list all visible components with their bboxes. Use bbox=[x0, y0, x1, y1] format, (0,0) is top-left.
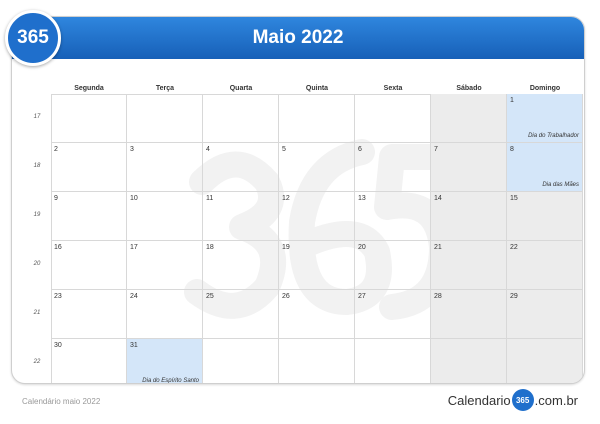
day-number: 23 bbox=[54, 293, 62, 300]
day-number: 14 bbox=[434, 195, 442, 202]
day-cell[interactable]: 6 bbox=[355, 143, 431, 192]
day-number: 22 bbox=[510, 244, 518, 251]
day-cell[interactable]: 26 bbox=[279, 290, 355, 339]
calendar-grid: Segunda Terça Quarta Quinta Sexta Sábado Domin… bbox=[51, 83, 583, 384]
holiday-label: Dia das Mães bbox=[542, 182, 579, 188]
week-number: 22 bbox=[33, 359, 41, 365]
day-cell[interactable]: 18 bbox=[203, 241, 279, 290]
day-number: 29 bbox=[510, 293, 518, 300]
empty-day-cell bbox=[431, 94, 507, 143]
holiday-label: Dia do Trabalhador bbox=[528, 133, 579, 139]
week-number: 18 bbox=[33, 163, 41, 169]
day-number: 2 bbox=[54, 146, 58, 153]
empty-day-cell bbox=[279, 339, 355, 383]
weekday-header: Segunda bbox=[74, 85, 104, 92]
brand-suffix: .com.br bbox=[534, 392, 578, 408]
calendar-frame: Maio 2022 Segunda Terça Quarta Quinta Sexta S… bbox=[11, 16, 585, 384]
weekday-header: Sexta bbox=[383, 85, 403, 92]
weekday-header: Quarta bbox=[229, 85, 253, 92]
day-number: 27 bbox=[358, 293, 366, 300]
empty-day-cell bbox=[127, 94, 203, 143]
day-number: 1 bbox=[510, 97, 514, 104]
day-number: 9 bbox=[54, 195, 58, 202]
weekday-header: Domingo bbox=[529, 85, 561, 92]
day-cell[interactable]: 30 bbox=[51, 339, 127, 383]
day-number: 13 bbox=[358, 195, 366, 202]
day-cell[interactable]: 13 bbox=[355, 192, 431, 241]
day-number: 8 bbox=[510, 146, 514, 153]
day-number: 6 bbox=[358, 146, 362, 153]
day-number: 21 bbox=[434, 244, 442, 251]
empty-day-cell bbox=[355, 94, 431, 143]
day-cell[interactable]: 25 bbox=[203, 290, 279, 339]
day-cell[interactable]: 27 bbox=[355, 290, 431, 339]
day-cell[interactable]: 20 bbox=[355, 241, 431, 290]
day-cell[interactable]: 10 bbox=[127, 192, 203, 241]
day-number: 25 bbox=[206, 293, 214, 300]
day-number: 15 bbox=[510, 195, 518, 202]
day-number: 3 bbox=[130, 146, 134, 153]
day-cell[interactable]: 28 bbox=[431, 290, 507, 339]
day-cell[interactable]: 12 bbox=[279, 192, 355, 241]
week-number: 20 bbox=[33, 261, 41, 267]
day-number: 28 bbox=[434, 293, 442, 300]
week-number: 17 bbox=[33, 114, 41, 120]
empty-day-cell bbox=[431, 339, 507, 383]
day-cell[interactable]: 29 bbox=[507, 290, 583, 339]
day-cell[interactable]: 4 bbox=[203, 143, 279, 192]
empty-day-cell bbox=[203, 94, 279, 143]
day-cell[interactable]: 14 bbox=[431, 192, 507, 241]
brand-prefix: Calendario bbox=[447, 392, 511, 408]
day-cell[interactable]: 9 bbox=[51, 192, 127, 241]
weekday-header: Quinta bbox=[305, 85, 329, 92]
day-cell[interactable]: 19 bbox=[279, 241, 355, 290]
day-number: 30 bbox=[54, 342, 62, 349]
empty-day-cell bbox=[507, 339, 583, 383]
day-cell[interactable]: 2 bbox=[51, 143, 127, 192]
day-cell[interactable]: 23 bbox=[51, 290, 127, 339]
day-number: 31 bbox=[130, 342, 138, 349]
day-number: 19 bbox=[282, 244, 290, 251]
brand-365-icon: 365 bbox=[511, 389, 534, 411]
weekday-header: Sábado bbox=[456, 85, 482, 92]
day-cell[interactable]: 11 bbox=[203, 192, 279, 241]
day-number: 7 bbox=[434, 146, 438, 153]
empty-day-cell bbox=[203, 339, 279, 383]
day-cell[interactable]: 7 bbox=[431, 143, 507, 192]
day-number: 10 bbox=[130, 195, 138, 202]
week-number: 19 bbox=[33, 212, 41, 218]
day-number: 11 bbox=[206, 195, 214, 202]
day-number: 18 bbox=[206, 244, 214, 251]
empty-day-cell bbox=[51, 94, 127, 143]
month-title: Maio 2022 bbox=[252, 27, 344, 48]
day-cell[interactable]: 16 bbox=[51, 241, 127, 290]
day-cell[interactable]: 31 Dia do Espírito Santo bbox=[127, 339, 203, 384]
day-number: 24 bbox=[130, 293, 138, 300]
day-cell[interactable]: 3 bbox=[127, 143, 203, 192]
empty-day-cell bbox=[355, 339, 431, 383]
day-cell[interactable]: 24 bbox=[127, 290, 203, 339]
day-number: 20 bbox=[358, 244, 366, 251]
footer-caption: Calendário maio 2022 bbox=[22, 397, 101, 406]
day-cell[interactable]: 1 Dia do Trabalhador bbox=[507, 94, 583, 143]
logo-365-badge[interactable]: 365 bbox=[5, 10, 61, 66]
day-cell[interactable]: 5 bbox=[279, 143, 355, 192]
day-cell[interactable]: 21 bbox=[431, 241, 507, 290]
weekday-header: Terça bbox=[155, 85, 175, 92]
day-cell[interactable]: 15 bbox=[507, 192, 583, 241]
day-cell[interactable]: 22 bbox=[507, 241, 583, 290]
day-number: 26 bbox=[282, 293, 290, 300]
day-number: 16 bbox=[54, 244, 62, 251]
day-number: 5 bbox=[282, 146, 286, 153]
day-number: 12 bbox=[282, 195, 290, 202]
day-cell[interactable]: 17 bbox=[127, 241, 203, 290]
holiday-label: Dia do Espírito Santo bbox=[142, 378, 199, 384]
empty-day-cell bbox=[279, 94, 355, 143]
week-number: 21 bbox=[33, 310, 41, 316]
brand-logo[interactable]: Calendario 365 .com.br bbox=[448, 388, 578, 412]
day-number: 17 bbox=[130, 244, 138, 251]
day-cell[interactable]: 8 Dia das Mães bbox=[507, 143, 583, 192]
day-number: 4 bbox=[206, 146, 210, 153]
